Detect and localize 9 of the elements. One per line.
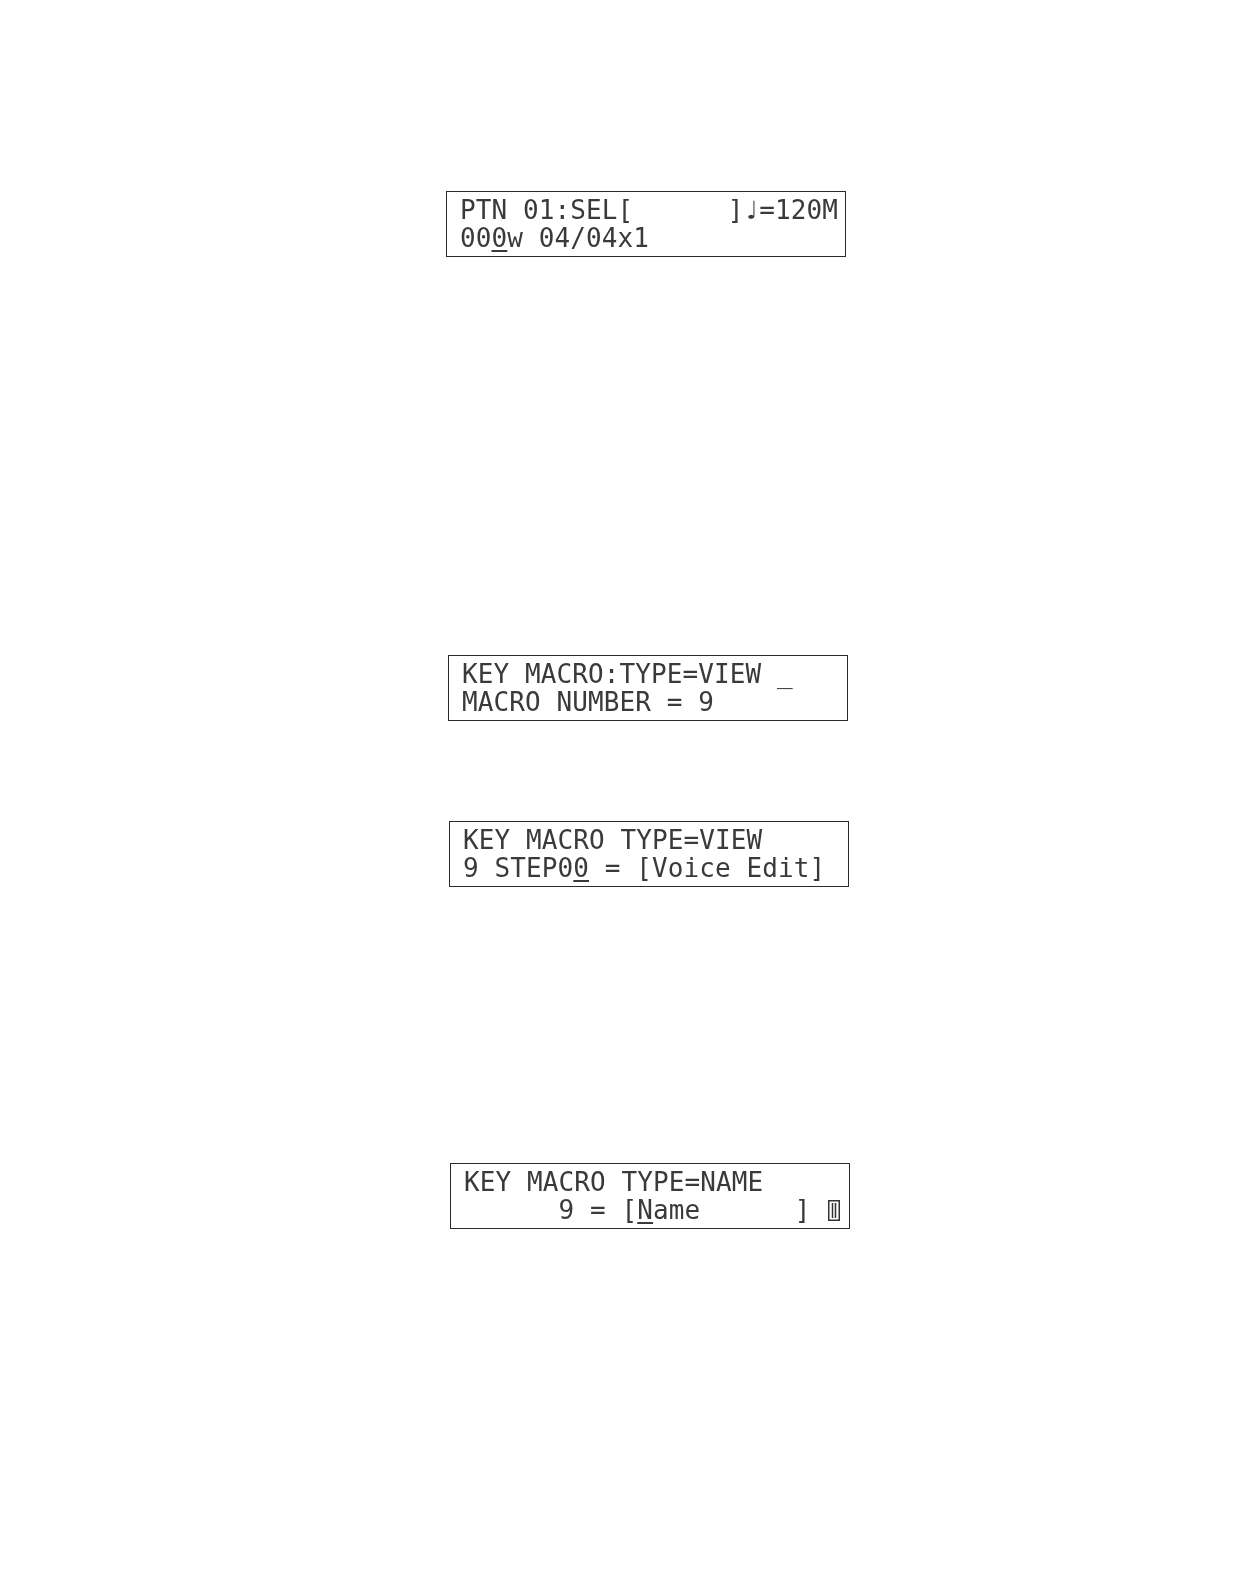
lcd-text: 9 STEP00 = [Voice Edit]: [463, 854, 826, 882]
lcd-text: KEY MACRO:TYPE=VIEW _: [462, 660, 793, 688]
lcd-text: 000w 04/04x1: [460, 224, 650, 252]
lcd-text: 9 = [Name ]: [557, 1196, 811, 1224]
lcd-text: KEY MACRO TYPE=VIEW: [463, 826, 763, 854]
lcd-text: KEY MACRO TYPE=NAME: [464, 1168, 764, 1196]
lcd-text: PTN 01:SEL[ ]♩=120M: [460, 196, 839, 224]
boxed-bars-icon: [827, 1199, 840, 1221]
lcd-text: MACRO NUMBER = 9: [462, 688, 715, 716]
